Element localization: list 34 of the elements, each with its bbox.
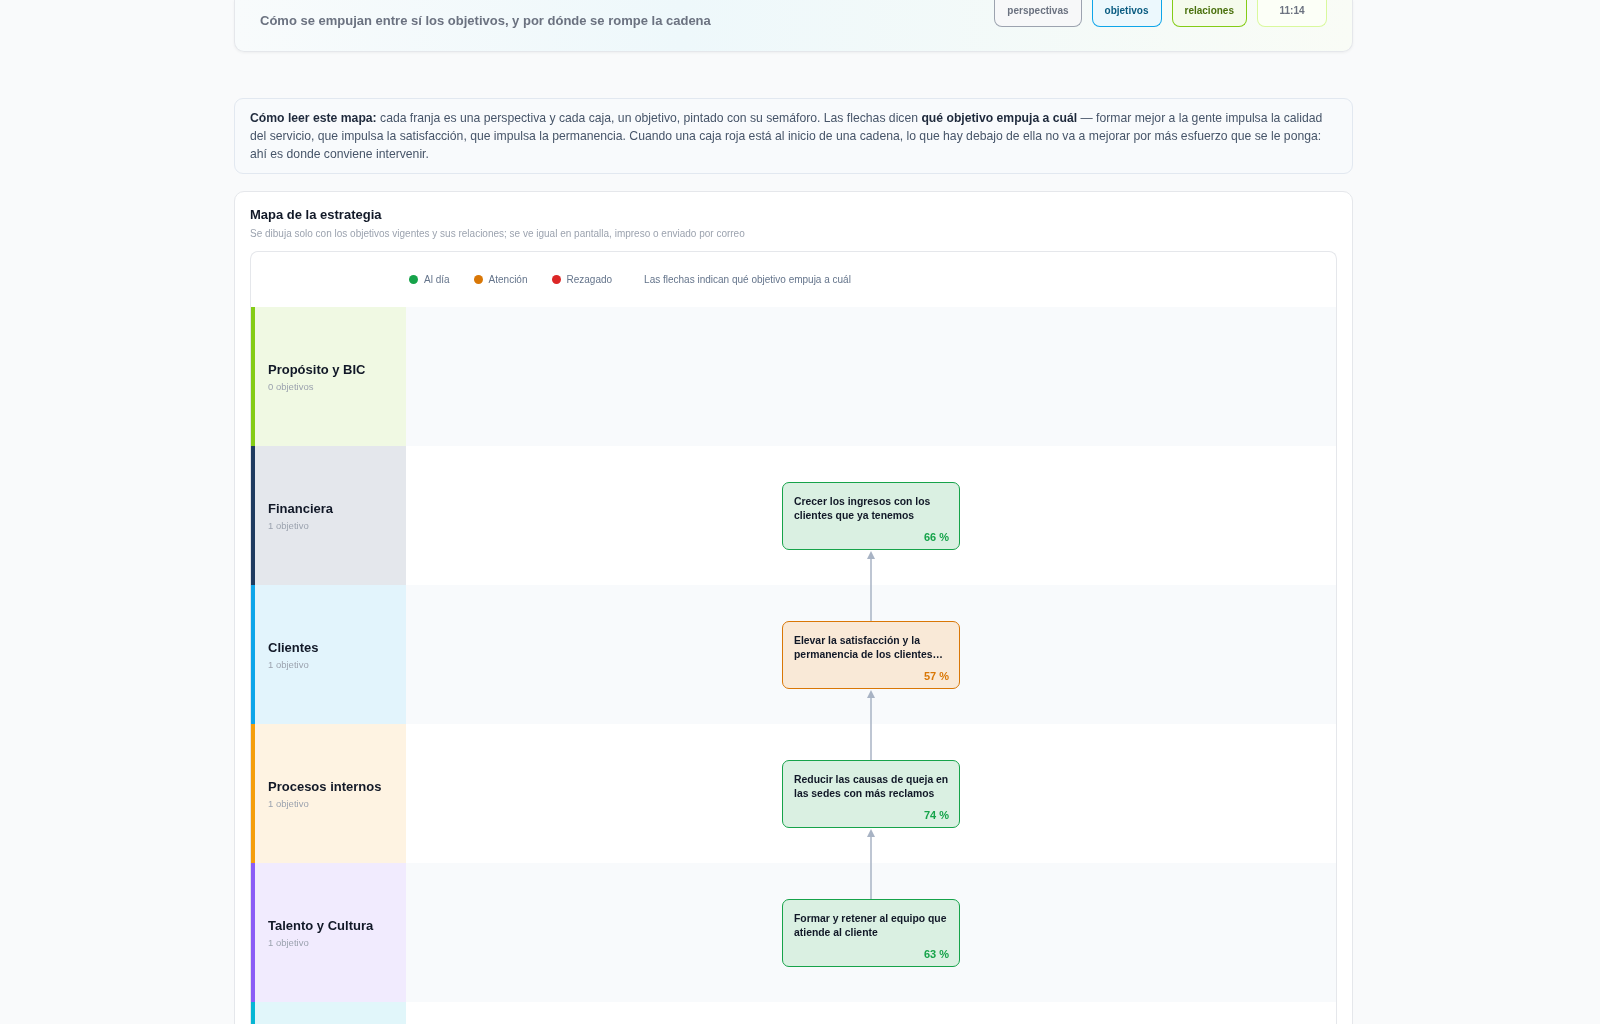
- lane-count: 1 objetivo: [268, 658, 310, 670]
- legend-label: Rezagado: [566, 274, 613, 285]
- lane-count: 1 objetivo: [268, 936, 310, 948]
- intro-paragraph: Cómo leer este mapa: cada franja es una perspectiva y cada caja, un objetivo, pintado con su semáforo. Las flechas dicen qué objetivo empuja a cuál — formar mejor a la gente impulsa la calidad del servicio, que impulsa la satisfacción, que impulsa la permanencia. Cuando una caja roja está al inicio de una cadena, lo que hay debajo de ella no va a mejorar por más esfuerzo que se le ponga: ahí es donde conviene intervenir.: [234, 98, 1353, 174]
- objective-box[interactable]: Crecer los ingresos con los clientes que ya tenemos 66 %: [782, 481, 960, 550]
- stat-chip: objetivos: [1091, 0, 1162, 27]
- objective-progress: 57 %: [923, 669, 949, 682]
- lane-count: 0 objetivos: [268, 380, 315, 392]
- card-title: Mapa de la estrategia: [250, 207, 383, 222]
- stat-chip: perspectivas: [994, 0, 1082, 27]
- objective-box[interactable]: Formar y retener al equipo que atiende al cliente 63 %: [782, 898, 960, 967]
- lane-title: Talento y Cultura: [268, 917, 375, 933]
- card-subtitle: Se dibuja solo con los objetivos vigentes y sus relaciones; se ve igual en pantalla, impreso o enviado por correo: [250, 228, 746, 239]
- lane-count: 1 objetivo: [268, 797, 310, 809]
- legend-note: Las flechas indican qué objetivo empuja a cuál: [644, 274, 851, 285]
- objective-box[interactable]: Reducir las causas de queja en las sedes con más reclamos 74 %: [782, 759, 960, 828]
- objective-title: Reducir las causas de queja en las sedes con más reclamos: [794, 772, 949, 801]
- objective-title: Crecer los ingresos con los clientes que ya tenemos: [794, 494, 932, 523]
- legend-label: Atención: [488, 274, 528, 285]
- stat-chip: 11:14: [1257, 0, 1327, 27]
- lane-title: Propósito y BIC: [268, 361, 367, 377]
- header-subtitle: Cómo se empujan entre sí los objetivos, y por dónde se rompe la cadena: [260, 13, 711, 28]
- legend-label: Al día: [424, 274, 450, 285]
- objective-progress: 63 %: [923, 947, 949, 960]
- lane-title: Procesos internos: [268, 778, 383, 794]
- lane-count: 1 objetivo: [268, 519, 310, 531]
- stat-chip: relaciones: [1171, 0, 1247, 27]
- objective-title: Elevar la satisfacción y la permanencia de los clientes…: [794, 633, 944, 662]
- lane-title: Financiera: [268, 500, 335, 516]
- objective-progress: 74 %: [923, 808, 949, 821]
- objective-box[interactable]: Elevar la satisfacción y la permanencia de los clientes… 57 %: [782, 620, 960, 689]
- lane-title: Clientes: [268, 639, 320, 655]
- objective-title: Formar y retener al equipo que atiende al cliente: [794, 911, 948, 940]
- objective-progress: 66 %: [923, 530, 949, 543]
